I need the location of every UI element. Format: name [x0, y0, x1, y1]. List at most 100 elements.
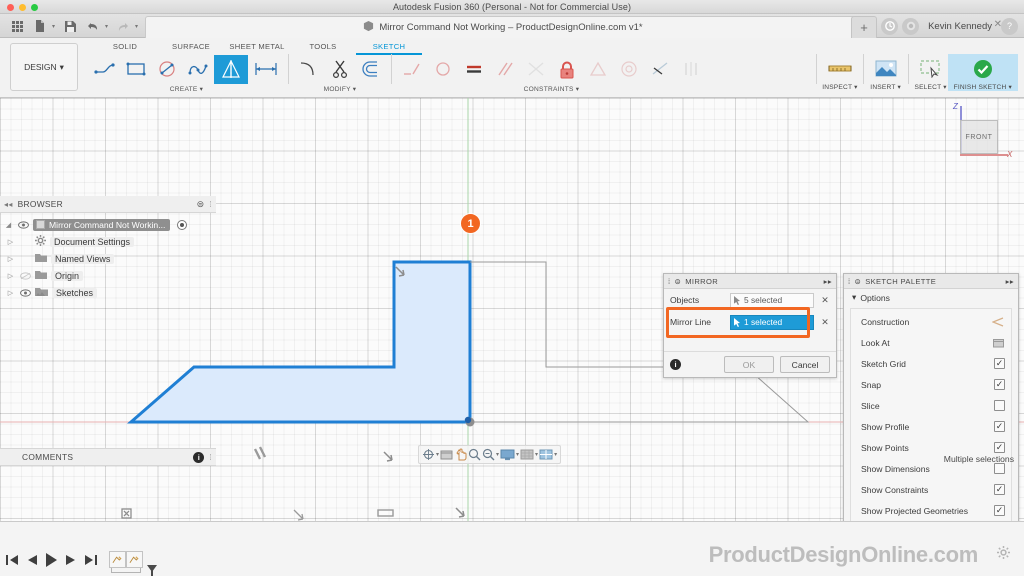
new-document-icon[interactable]: [29, 15, 51, 37]
app-grid-icon[interactable]: [6, 15, 28, 37]
sidebar-item-document-settings[interactable]: ▷ Document Settings: [0, 233, 216, 250]
visibility-eye-icon[interactable]: [17, 221, 29, 229]
play-button[interactable]: [45, 553, 58, 567]
step-back-button[interactable]: [26, 554, 38, 566]
palette-row-show-profile[interactable]: Show Profile: [851, 416, 1011, 437]
collapse-panel-icon[interactable]: ◂◂: [4, 200, 13, 209]
comments-resize-handle[interactable]: ⁞: [209, 453, 212, 462]
document-tab[interactable]: Mirror Command Not Working – ProductDesi…: [145, 16, 861, 38]
create-group-label[interactable]: CREATE ▾: [170, 85, 203, 93]
palette-drag-handle[interactable]: ⁞: [848, 277, 850, 286]
snap-checkbox[interactable]: [994, 379, 1005, 390]
ok-button[interactable]: OK: [724, 356, 774, 373]
mirror-dialog[interactable]: ⁞ ⊜ MIRROR ▸▸ Objects 5 selected ✕ Mirro…: [663, 273, 837, 378]
grid-snaps-icon[interactable]: ▾: [520, 449, 538, 461]
perpendicular-constraint[interactable]: [521, 55, 551, 84]
clear-mirror-line-button[interactable]: ✕: [820, 317, 830, 328]
sketch-palette-panel[interactable]: ⁞ ⊜ SKETCH PALETTE ▸▸ ▾ Options Construc…: [843, 273, 1019, 521]
palette-row-show-constraints[interactable]: Show Constraints: [851, 479, 1011, 500]
mirror-line-selection-field[interactable]: 1 selected: [730, 315, 814, 330]
undo-caret-icon[interactable]: ▾: [105, 23, 111, 30]
mirror-objects-selection-field[interactable]: 5 selected: [730, 293, 814, 308]
undo-icon[interactable]: [82, 15, 104, 37]
mirror-tool[interactable]: [214, 55, 248, 84]
constraints-group-label[interactable]: CONSTRAINTS ▾: [524, 85, 580, 93]
expand-root-icon[interactable]: ◢: [4, 221, 13, 229]
show-points-checkbox[interactable]: [994, 442, 1005, 453]
tab-surface[interactable]: SURFACE: [158, 40, 224, 55]
sidebar-item-named-views[interactable]: ▷ Named Views: [0, 250, 216, 267]
expand-icon-2[interactable]: ▷: [6, 255, 15, 263]
show-projected-geometries-checkbox[interactable]: [994, 505, 1005, 516]
root-activate-radio[interactable]: [177, 220, 187, 230]
comments-info-icon[interactable]: i: [193, 452, 204, 463]
sketch-grid-checkbox[interactable]: [994, 358, 1005, 369]
new-tab-button[interactable]: +: [851, 16, 877, 38]
zoom-window-icon[interactable]: ▾: [482, 448, 499, 461]
fix-unfix-constraint[interactable]: [552, 55, 582, 84]
palette-row-slice[interactable]: Slice: [851, 395, 1011, 416]
slice-checkbox[interactable]: [994, 400, 1005, 411]
user-account-name[interactable]: Kevin Kennedy: [923, 21, 997, 32]
collinear-constraint[interactable]: [645, 55, 675, 84]
timeline-feature-sketch2[interactable]: [126, 551, 143, 568]
view-cube-front-face[interactable]: FRONT: [960, 120, 998, 154]
line-tool[interactable]: [90, 55, 120, 84]
finish-sketch-menu[interactable]: FINISH SKETCH ▾: [948, 54, 1018, 91]
equal-constraint[interactable]: [459, 55, 489, 84]
tangent-constraint[interactable]: [428, 55, 458, 84]
midpoint-constraint[interactable]: [583, 55, 613, 84]
tab-sheet-metal[interactable]: SHEET METAL: [224, 40, 290, 55]
palette-row-look-at[interactable]: Look At: [851, 332, 1011, 353]
construction-icon[interactable]: [991, 317, 1005, 327]
go-to-end-button[interactable]: [84, 554, 97, 566]
concentric-constraint[interactable]: [614, 55, 644, 84]
tab-sketch[interactable]: SKETCH: [356, 40, 422, 55]
palette-row-construction[interactable]: Construction: [851, 311, 1011, 332]
browser-root-item[interactable]: ◢ Mirror Command Not Workin...: [0, 216, 216, 233]
circle-tool[interactable]: [152, 55, 182, 84]
expand-palette-icon[interactable]: ▸▸: [1006, 277, 1014, 286]
job-status-icon[interactable]: [881, 18, 898, 35]
workspace-switcher-design[interactable]: DESIGN ▾: [10, 43, 78, 91]
look-at-icon[interactable]: [991, 338, 1005, 348]
sketch-canvas[interactable]: 1 Z X FRONT ◂◂ BROWSER ⊜ ⁞ ◢: [0, 98, 1024, 521]
viewports-icon[interactable]: ▾: [539, 449, 557, 461]
help-icon[interactable]: ?: [1001, 18, 1018, 35]
clear-objects-selection-button[interactable]: ✕: [820, 295, 830, 306]
trim-tool[interactable]: [325, 55, 355, 84]
modify-group-label[interactable]: MODIFY ▾: [324, 85, 357, 93]
expand-dialog-icon[interactable]: ▸▸: [824, 277, 832, 286]
offset-tool[interactable]: [356, 55, 386, 84]
zoom-fit-icon[interactable]: [468, 448, 481, 461]
display-settings-icon[interactable]: ▾: [500, 449, 519, 461]
expand-icon[interactable]: ▷: [6, 238, 15, 246]
palette-row-show-projected-geometries[interactable]: Show Projected Geometries: [851, 500, 1011, 521]
sidebar-item-origin[interactable]: ▷ Origin: [0, 267, 216, 284]
expand-icon-4[interactable]: ▷: [6, 289, 15, 297]
fillet-tool[interactable]: [294, 55, 324, 84]
coincident-constraint[interactable]: [397, 55, 427, 84]
rectangle-tool[interactable]: [121, 55, 151, 84]
panel-resize-handle[interactable]: ⁞: [209, 200, 212, 209]
browser-root-pill[interactable]: Mirror Command Not Workin...: [33, 219, 170, 231]
show-dimensions-checkbox[interactable]: [994, 463, 1005, 474]
sidebar-item-sketches[interactable]: ▷ Sketches: [0, 284, 216, 301]
insert-menu[interactable]: INSERT ▾: [869, 54, 903, 91]
palette-row-snap[interactable]: Snap: [851, 374, 1011, 395]
visibility-eye-icon-2[interactable]: [19, 272, 31, 280]
info-icon[interactable]: i: [670, 359, 681, 370]
orbit-icon[interactable]: ▾: [422, 448, 439, 461]
inspect-menu[interactable]: INSPECT ▾: [822, 54, 857, 91]
show-constraints-checkbox[interactable]: [994, 484, 1005, 495]
panel-options-icon[interactable]: ⊜: [197, 199, 205, 210]
spline-tool[interactable]: [183, 55, 213, 84]
show-profile-checkbox[interactable]: [994, 421, 1005, 432]
options-section-header[interactable]: ▾ Options: [844, 289, 1018, 306]
dimension-tool[interactable]: [249, 55, 283, 84]
select-menu[interactable]: SELECT ▾: [914, 54, 948, 91]
view-cube[interactable]: Z X FRONT: [942, 102, 1014, 168]
pan-icon[interactable]: [454, 448, 467, 461]
redo-icon[interactable]: [112, 15, 134, 37]
comments-panel[interactable]: COMMENTS i ⁞: [0, 448, 216, 466]
